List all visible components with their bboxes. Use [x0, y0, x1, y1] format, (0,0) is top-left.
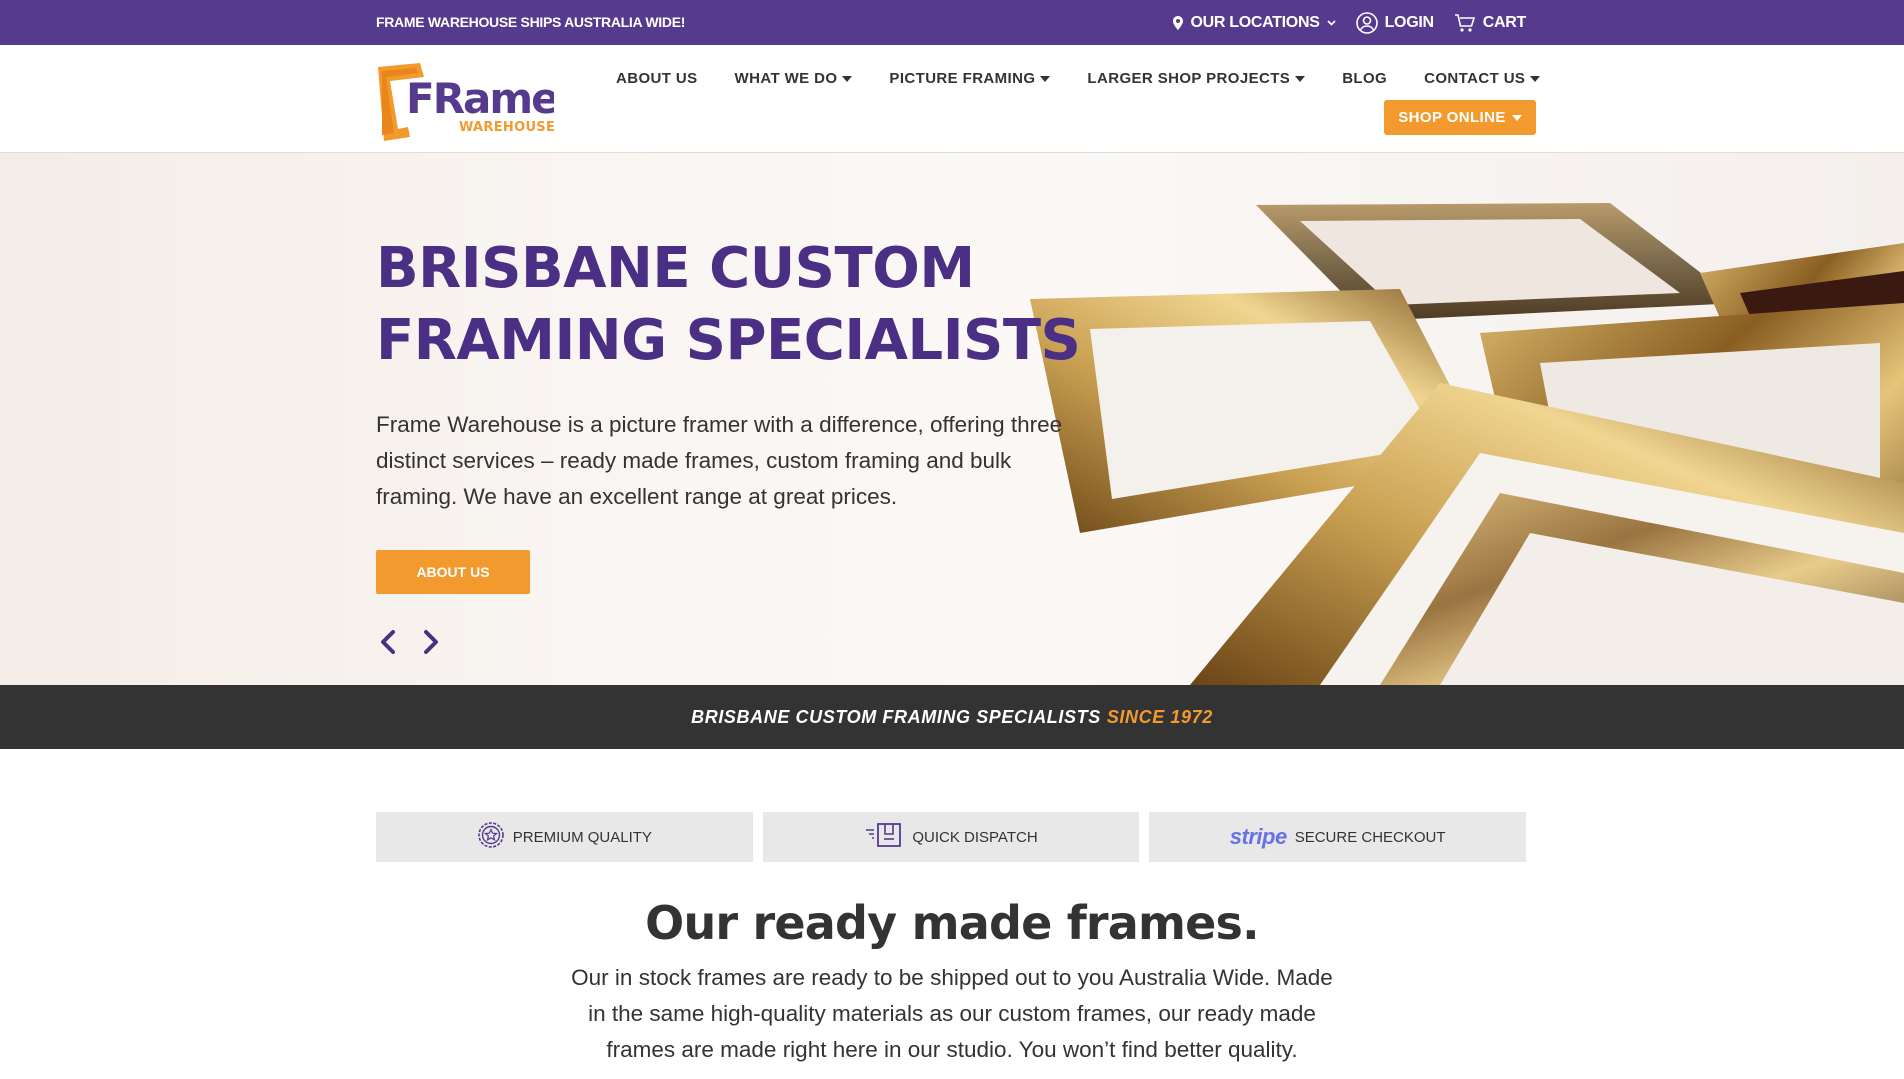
our-locations-label: OUR LOCATIONS [1190, 14, 1320, 31]
login-link[interactable]: LOGIN [1355, 12, 1434, 34]
site-header: FRame WAREHOUSE ABOUT US WHAT WE DO PICT… [0, 45, 1904, 153]
main-nav: ABOUT US WHAT WE DO PICTURE FRAMING LARG… [616, 70, 1541, 87]
hero-title-line-1: BRISBANE CUSTOM [376, 236, 975, 301]
hero-description: Frame Warehouse is a picture framer with… [376, 412, 1063, 509]
slider-next-arrow-icon[interactable] [419, 626, 443, 658]
caret-down-icon [1530, 75, 1541, 82]
banner-text: BRISBANE CUSTOM FRAMING SPECIALISTS [691, 706, 1101, 727]
caret-down-icon [1295, 75, 1306, 82]
nav-blog-label: BLOG [1342, 70, 1388, 87]
feature-quick-dispatch: QUICK DISPATCH [762, 812, 1140, 862]
caret-down-icon [842, 75, 853, 82]
slider-prev-arrow-icon[interactable] [376, 626, 400, 658]
nav-about-us[interactable]: ABOUT US [616, 70, 698, 87]
feature-premium-quality: PREMIUM QUALITY [376, 812, 753, 862]
feature-label: PREMIUM QUALITY [512, 828, 652, 846]
top-bar-links: OUR LOCATIONS LOGIN CART [1173, 12, 1526, 34]
feature-label: QUICK DISPATCH [912, 828, 1038, 846]
nav-contact-us-label: CONTACT US [1424, 70, 1526, 87]
cart-label: CART [1482, 14, 1527, 31]
svg-text:FRame: FRame [406, 74, 554, 123]
nav-what-we-do[interactable]: WHAT WE DO [735, 70, 853, 87]
user-circle-icon [1355, 12, 1378, 34]
section-description: Our in stock frames are ready to be ship… [571, 965, 1333, 1062]
feature-label: SECURE CHECKOUT [1294, 828, 1446, 846]
cart-icon [1454, 13, 1476, 33]
nav-picture-framing-label: PICTURE FRAMING [889, 70, 1036, 87]
caret-down-icon [1511, 114, 1522, 121]
frame-warehouse-logo[interactable]: FRame WAREHOUSE [368, 61, 560, 141]
nav-picture-framing[interactable]: PICTURE FRAMING [889, 70, 1051, 87]
star-badge-icon [477, 821, 505, 853]
cart-link[interactable]: CART [1454, 13, 1526, 33]
nav-blog[interactable]: BLOG [1342, 70, 1387, 87]
map-pin-icon [1173, 16, 1184, 30]
shipping-notice: FRAME WAREHOUSE SHIPS AUSTRALIA WIDE! [376, 14, 686, 30]
since-banner: BRISBANE CUSTOM FRAMING SPECIALISTS SINC… [0, 685, 1904, 749]
hero-title: BRISBANE CUSTOM FRAMING SPECIALISTS [376, 233, 1096, 377]
nav-about-us-label: ABOUT US [616, 70, 698, 87]
shop-online-label: SHOP ONLINE [1398, 109, 1506, 126]
about-us-button[interactable]: ABOUT US [376, 550, 530, 594]
caret-down-icon [1040, 75, 1051, 82]
banner-highlight: SINCE 1972 [1106, 706, 1213, 727]
stripe-logo: stripe [1229, 824, 1287, 849]
shop-online-button[interactable]: SHOP ONLINE [1384, 100, 1536, 135]
section-title: Our ready made frames. [645, 896, 1259, 950]
nav-what-we-do-label: WHAT WE DO [734, 70, 838, 87]
hero-slider: BRISBANE CUSTOM FRAMING SPECIALISTS Fram… [0, 153, 1904, 685]
nav-larger-shop-projects-label: LARGER SHOP PROJECTS [1087, 70, 1291, 87]
top-bar: FRAME WAREHOUSE SHIPS AUSTRALIA WIDE! OU… [0, 0, 1904, 45]
nav-contact-us[interactable]: CONTACT US [1424, 70, 1541, 87]
svg-text:WAREHOUSE: WAREHOUSE [459, 120, 554, 135]
hero-title-line-2: FRAMING SPECIALISTS [376, 308, 1081, 373]
feature-secure-checkout: stripe SECURE CHECKOUT [1149, 812, 1527, 862]
nav-larger-shop-projects[interactable]: LARGER SHOP PROJECTS [1087, 70, 1306, 87]
feature-strip: PREMIUM QUALITY QUICK DISPATCH stripe SE… [376, 812, 1527, 862]
our-locations-link[interactable]: OUR LOCATIONS [1173, 14, 1336, 32]
login-label: LOGIN [1384, 14, 1434, 31]
ornate-frames-image [1030, 203, 1904, 685]
dispatch-box-icon [864, 822, 904, 852]
chevron-down-icon [1326, 20, 1336, 26]
